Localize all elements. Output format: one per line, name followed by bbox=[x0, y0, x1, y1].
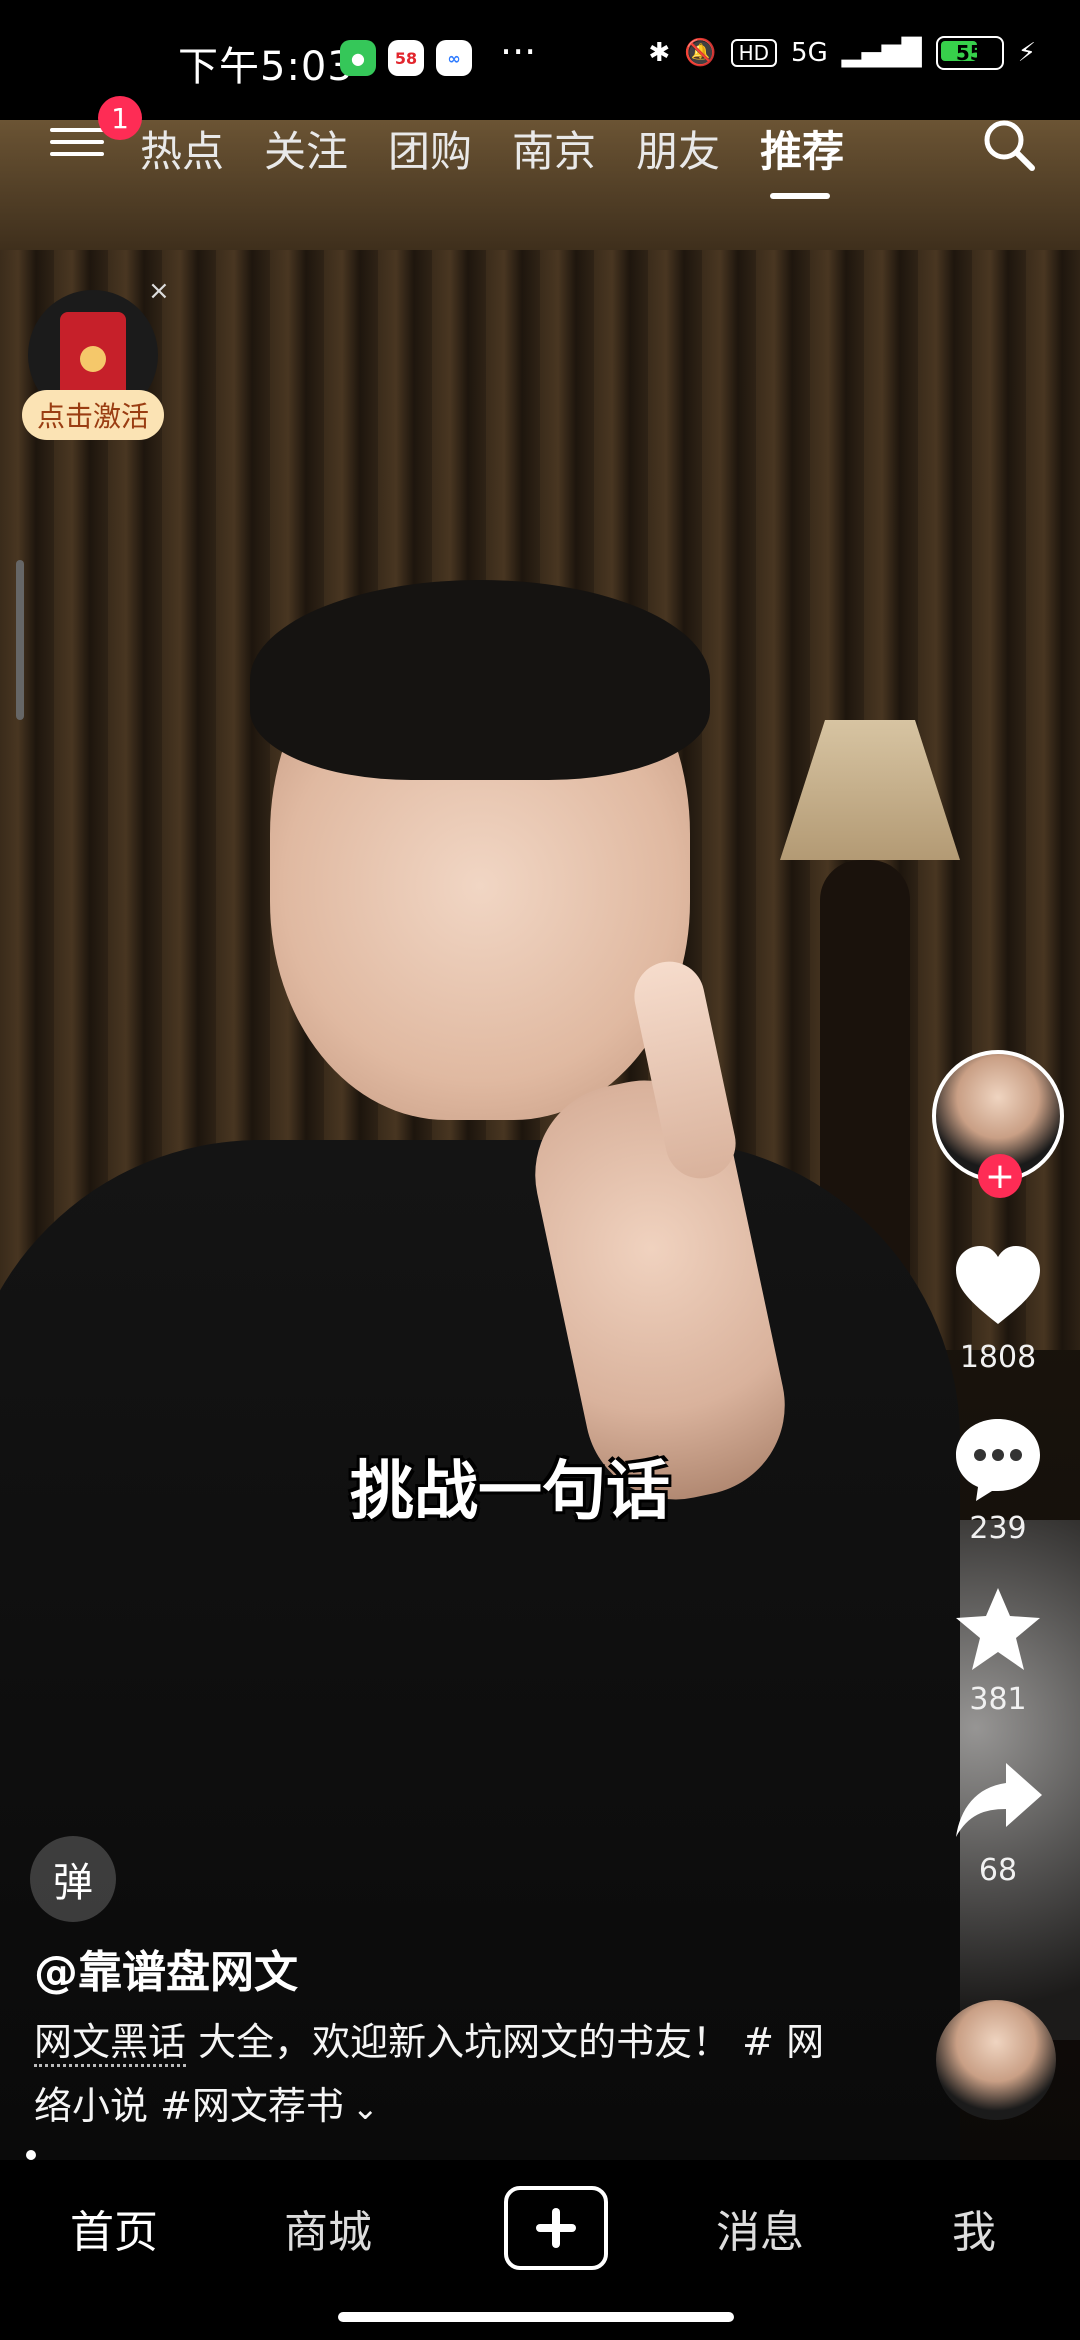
nav-me[interactable]: 我 bbox=[952, 2196, 996, 2260]
person-hair bbox=[250, 580, 710, 780]
tab-friends[interactable]: 朋友 bbox=[636, 118, 720, 179]
cloud-app-icon: ∞ bbox=[436, 40, 472, 76]
nav-home[interactable]: 首页 bbox=[70, 2196, 158, 2260]
battery-level: 55 bbox=[955, 41, 984, 65]
like-count: 1808 bbox=[959, 1340, 1037, 1375]
activate-button[interactable]: 点击激活 bbox=[22, 390, 164, 440]
network-label: 5G bbox=[791, 38, 828, 68]
status-app-icons: ● 58 ∞ bbox=[340, 40, 472, 76]
wechat-icon: ● bbox=[340, 40, 376, 76]
heart-icon bbox=[956, 1246, 1040, 1324]
author-name[interactable]: @靠谱盘网文 bbox=[34, 1936, 298, 2000]
share-count: 68 bbox=[978, 1853, 1018, 1888]
follow-button[interactable]: + bbox=[978, 1154, 1022, 1198]
app-58-icon: 58 bbox=[388, 40, 424, 76]
tab-hot[interactable]: 热点 bbox=[140, 118, 224, 179]
status-time: 下午5:03 bbox=[178, 44, 354, 90]
danmu-button[interactable]: 弹 bbox=[30, 1836, 116, 1922]
signal-icon: ▂▄▆█ bbox=[841, 38, 922, 68]
chevron-down-icon[interactable]: ⌄ bbox=[352, 2076, 379, 2140]
top-tabs: 热点 关注 团购 南京 朋友 推荐 bbox=[140, 118, 844, 199]
share-action[interactable]: 68 bbox=[928, 1753, 1068, 1888]
comment-icon bbox=[956, 1419, 1040, 1501]
hd-badge: HD bbox=[730, 39, 778, 67]
notification-badge: 1 bbox=[98, 96, 142, 140]
person-body bbox=[0, 1140, 960, 2160]
right-action-rail: + 1808 239 381 68 bbox=[928, 1050, 1068, 1888]
tab-groupbuy[interactable]: 团购 bbox=[388, 118, 472, 179]
tab-nanjing[interactable]: 南京 bbox=[512, 118, 596, 179]
status-right: ✱ 🔕 HD 5G ▂▄▆█ 55 ⚡ bbox=[648, 36, 1036, 70]
favorite-action[interactable]: 381 bbox=[928, 1582, 1068, 1717]
menu-icon[interactable] bbox=[50, 120, 104, 160]
home-indicator[interactable] bbox=[338, 2312, 734, 2322]
status-bar: 下午5:03 ● 58 ∞ ··· ✱ 🔕 HD 5G ▂▄▆█ 55 ⚡ bbox=[0, 0, 1080, 120]
video-progress[interactable] bbox=[26, 2150, 36, 2160]
nav-mall[interactable]: 商城 bbox=[284, 2196, 372, 2260]
status-more-icon: ··· bbox=[500, 30, 537, 74]
nav-messages[interactable]: 消息 bbox=[716, 2196, 804, 2260]
favorite-count: 381 bbox=[969, 1682, 1027, 1717]
scroll-indicator bbox=[16, 560, 24, 720]
video-player[interactable] bbox=[0, 120, 1080, 2160]
share-arrow-icon bbox=[956, 1763, 1042, 1837]
coin-shape bbox=[80, 346, 106, 372]
tab-follow[interactable]: 关注 bbox=[264, 118, 348, 179]
video-subtitle: 挑战一句话 bbox=[350, 1455, 670, 1529]
comment-action[interactable]: 239 bbox=[928, 1411, 1068, 1546]
comment-count: 239 bbox=[969, 1511, 1027, 1546]
close-icon[interactable]: × bbox=[148, 276, 170, 306]
battery-icon: 55 bbox=[935, 36, 1004, 70]
creator-avatar[interactable]: + bbox=[932, 1050, 1064, 1198]
like-action[interactable]: 1808 bbox=[928, 1240, 1068, 1375]
star-icon bbox=[956, 1588, 1040, 1670]
mute-bell-icon: 🔕 bbox=[684, 38, 717, 68]
search-icon[interactable] bbox=[980, 116, 1036, 172]
tab-recommend[interactable]: 推荐 bbox=[760, 118, 844, 199]
add-button[interactable] bbox=[504, 2186, 608, 2270]
music-disc-avatar[interactable] bbox=[936, 2000, 1056, 2120]
video-description[interactable]: 网文黑话 大全，欢迎新入坑网文的书友！ # 网络小说 #网文荐书 ⌄ bbox=[34, 2010, 834, 2140]
description-keyword[interactable]: 网文黑话 bbox=[34, 2020, 187, 2067]
app-screen: { "status_bar": { "time": "下午5:03", "mor… bbox=[0, 0, 1080, 2340]
charging-icon: ⚡ bbox=[1017, 38, 1036, 68]
bluetooth-icon: ✱ bbox=[648, 38, 671, 68]
